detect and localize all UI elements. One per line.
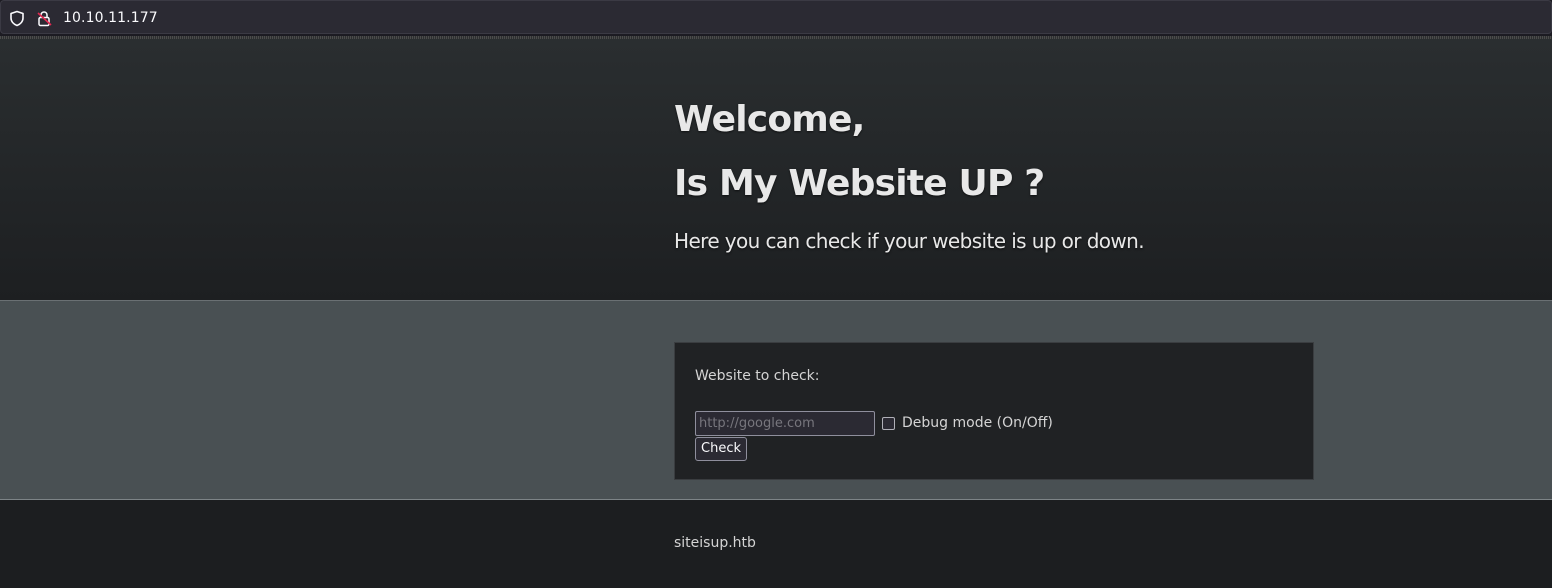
hero-subtitle: Here you can check if your website is up… — [674, 229, 1145, 253]
lock-icon[interactable] — [36, 10, 53, 27]
debug-label[interactable]: Debug mode (On/Off) — [902, 415, 1053, 431]
browser-toolbar: 10.10.11.177 — [0, 0, 1552, 36]
website-label: Website to check: — [695, 368, 820, 384]
address-bar[interactable]: 10.10.11.177 — [0, 0, 1552, 34]
check-form: Website to check: Debug mode (On/Off) Ch… — [674, 342, 1314, 480]
footer: siteisup.htb — [0, 500, 1552, 588]
hero-title-main: Is My Website UP ? — [674, 163, 1045, 204]
url-text[interactable]: 10.10.11.177 — [63, 10, 158, 26]
debug-checkbox[interactable] — [882, 417, 895, 430]
hero-title-welcome: Welcome, — [674, 99, 865, 140]
shield-icon[interactable] — [9, 10, 25, 27]
footer-domain: siteisup.htb — [674, 535, 756, 551]
form-section: Website to check: Debug mode (On/Off) Ch… — [0, 301, 1552, 500]
check-button[interactable]: Check — [695, 437, 747, 461]
hero-section: Welcome, Is My Website UP ? Here you can… — [0, 39, 1552, 301]
website-input[interactable] — [695, 411, 875, 436]
